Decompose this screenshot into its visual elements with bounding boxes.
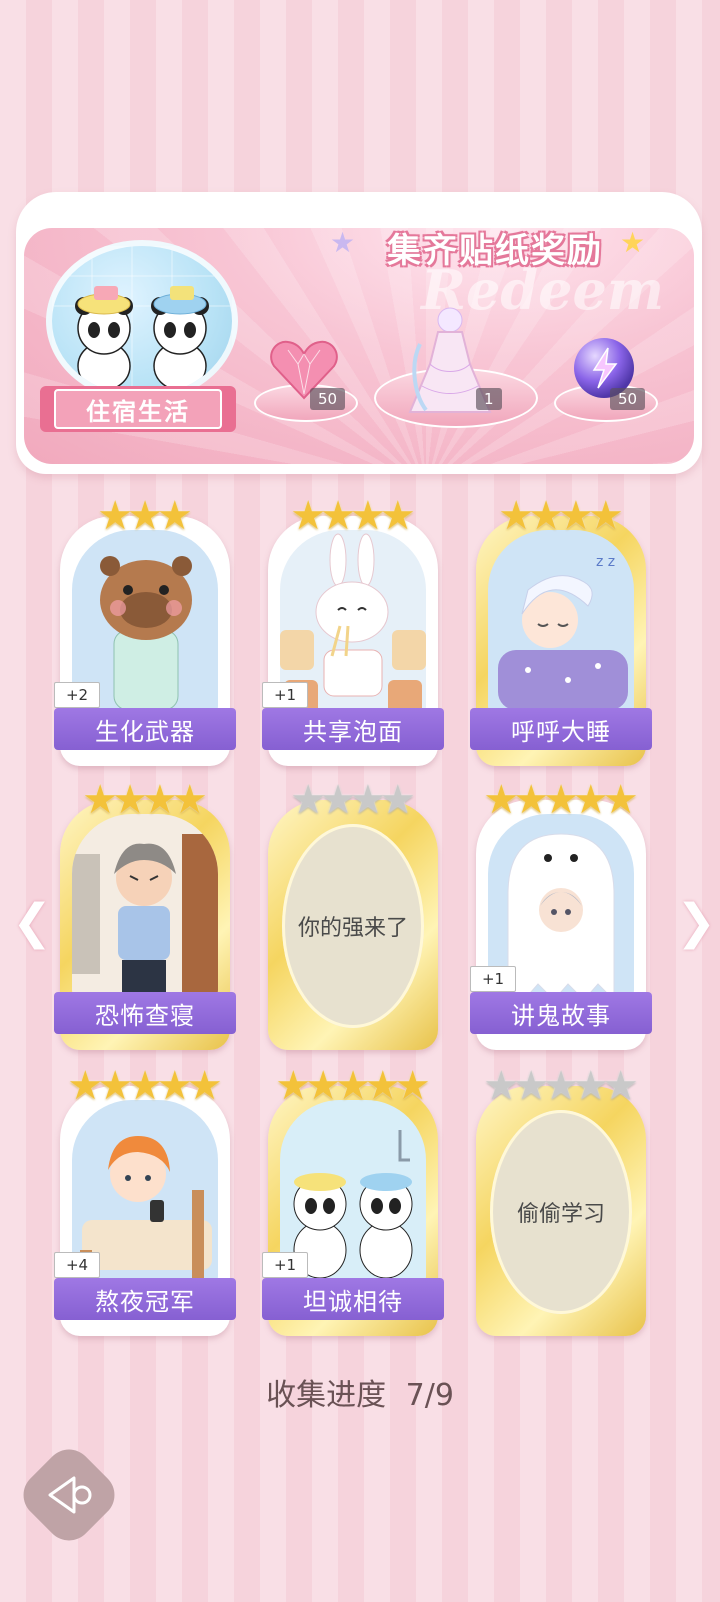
star-icon: ★	[156, 493, 193, 539]
locked-card-title: 你的强来了	[297, 916, 408, 941]
sticker-card-4[interactable]: 恐怖查寝 ★ ★ ★ ★	[54, 780, 236, 1050]
reward-count-3: 50	[610, 388, 646, 410]
dorm-mom-icon	[72, 834, 218, 1000]
card-stars: ★ ★ ★ ★	[268, 496, 438, 536]
star-right-icon: ★	[620, 226, 646, 259]
pandas-illustration-icon	[52, 246, 232, 396]
sticker-card-2[interactable]: +1 共享泡面 ★ ★ ★ ★	[262, 496, 444, 766]
theme-avatar[interactable]	[46, 240, 238, 402]
star-icon: ★	[602, 777, 639, 823]
bonus-badge: +1	[470, 966, 516, 992]
card-stars: ★ ★ ★ ★ ★	[476, 780, 646, 820]
card-label: 恐怖查寝	[54, 992, 236, 1034]
card-art	[72, 814, 218, 1000]
star-icon: ★	[394, 1063, 431, 1109]
card-art: z z	[488, 530, 634, 716]
star-icon: ★	[587, 493, 624, 539]
locked-card-title: 偷偷学习	[516, 1202, 605, 1227]
card-label: 呼呼大睡	[470, 708, 652, 750]
card-label: 共享泡面	[262, 708, 444, 750]
card-stars: ★ ★ ★ ★ ★	[60, 1066, 230, 1106]
sticker-card-6[interactable]: +1 讲鬼故事 ★ ★ ★ ★ ★	[470, 780, 652, 1050]
star-icon: ★	[379, 777, 416, 823]
next-page-arrow-icon[interactable]: ❯	[676, 894, 716, 950]
card-label: 熬夜冠军	[54, 1278, 236, 1320]
sticker-card-8[interactable]: +1 坦诚相待 ★ ★ ★ ★ ★	[262, 1066, 444, 1336]
star-icon: ★	[171, 777, 208, 823]
collection-progress: 收集进度 7/9	[0, 1370, 720, 1414]
card-label: 生化武器	[54, 708, 236, 750]
prev-page-arrow-icon[interactable]: ❮	[12, 894, 52, 950]
progress-label: 收集进度	[266, 1378, 387, 1413]
locked-card-face: 偷偷学习	[490, 1110, 632, 1314]
sticker-card-1[interactable]: +2 生化武器 ★ ★ ★	[54, 496, 236, 766]
card-stars: ★ ★ ★ ★	[476, 496, 646, 536]
card-stars: ★ ★ ★ ★ ★	[268, 1066, 438, 1106]
sticker-card-5-locked[interactable]: 你的强来了 ★ ★ ★ ★	[268, 780, 438, 1050]
sticker-card-9-locked[interactable]: 偷偷学习 ★ ★ ★ ★ ★	[476, 1066, 646, 1336]
bonus-badge: +1	[262, 1252, 308, 1278]
reward-count-2: 1	[476, 388, 502, 410]
sleeping-boy-icon: z z	[498, 554, 628, 710]
sticker-card-7[interactable]: +4 熬夜冠军 ★ ★ ★ ★ ★	[54, 1066, 236, 1336]
reward-count-1: 50	[310, 388, 346, 410]
card-label: 讲鬼故事	[470, 992, 652, 1034]
card-stars: ★ ★ ★ ★	[60, 780, 230, 820]
sticker-card-3[interactable]: z z 呼呼大睡 ★ ★ ★ ★	[470, 496, 652, 766]
banner-title: 集齐贴纸奖励	[387, 230, 603, 271]
bonus-badge: +4	[54, 1252, 100, 1278]
theme-label: 住宿生活	[54, 389, 222, 429]
card-label: 坦诚相待	[262, 1278, 444, 1320]
theme-label-sign: 住宿生活	[40, 386, 236, 432]
card-stars: ★ ★ ★ ★	[268, 780, 438, 820]
bonus-badge: +2	[54, 682, 100, 708]
progress-value: 7/9	[405, 1378, 454, 1413]
locked-card-face: 你的强来了	[282, 824, 424, 1028]
star-left-icon: ★	[330, 226, 356, 259]
star-icon: ★	[186, 1063, 223, 1109]
bonus-badge: +1	[262, 682, 308, 708]
svg-text:z z: z z	[596, 554, 615, 570]
star-icon: ★	[602, 1063, 639, 1109]
card-stars: ★ ★ ★	[60, 496, 230, 536]
card-stars: ★ ★ ★ ★ ★	[476, 1066, 646, 1106]
back-arrow-icon	[48, 1476, 92, 1514]
star-icon: ★	[379, 493, 416, 539]
